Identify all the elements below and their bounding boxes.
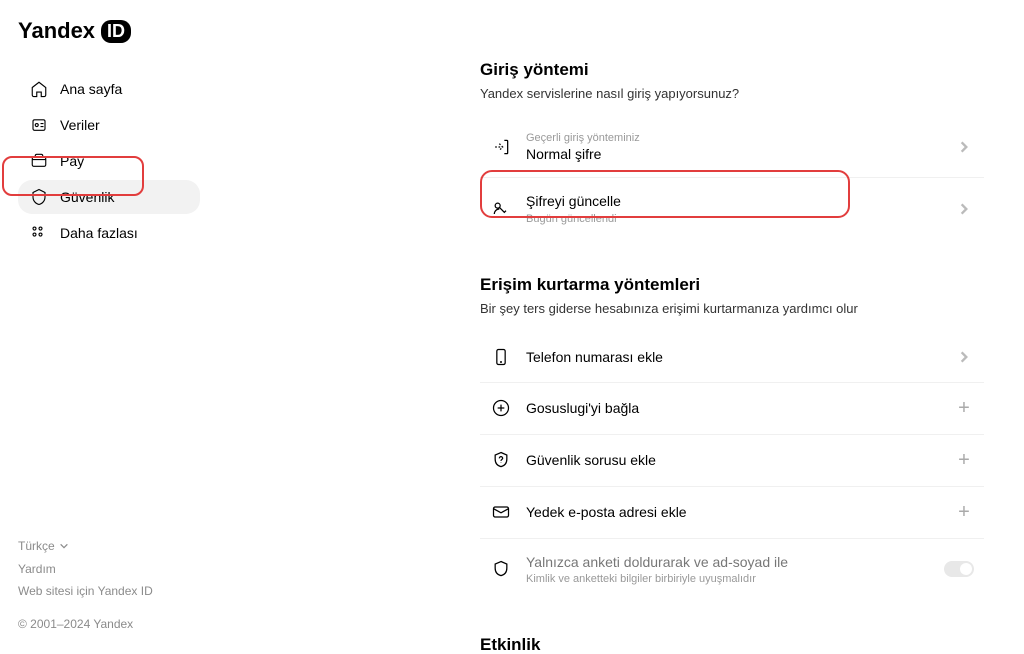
update-password-row[interactable]: Şifreyi güncelle Bugün güncellendi xyxy=(480,178,984,238)
chevron-down-icon xyxy=(59,541,69,551)
row-body: Geçerli giriş yönteminiz Normal şifre xyxy=(526,131,940,163)
footer-website[interactable]: Web sitesi için Yandex ID xyxy=(18,580,200,603)
wallet-icon xyxy=(30,152,48,170)
current-login-method-row[interactable]: Geçerli giriş yönteminiz Normal şifre xyxy=(480,117,984,178)
nav-label: Veriler xyxy=(60,117,100,133)
nav-label: Güvenlik xyxy=(60,189,114,205)
row-body: Şifreyi güncelle Bugün güncellendi xyxy=(526,192,940,224)
main-content: Giriş yöntemi Yandex servislerine nasıl … xyxy=(200,0,1024,654)
mail-icon xyxy=(490,501,512,523)
row-title: Yalnızca anketi doldurarak ve ad-soyad i… xyxy=(526,553,930,571)
row-body: Gosuslugi'yi bağla xyxy=(526,399,940,417)
language-selector[interactable]: Türkçe xyxy=(18,535,200,558)
section-desc: Bir şey ters giderse hesabınıza erişimi … xyxy=(480,301,984,316)
nav: Ana sayfa Veriler Pay Güvenlik Daha fazl… xyxy=(18,72,200,250)
login-method-section: Giriş yöntemi Yandex servislerine nasıl … xyxy=(480,60,984,239)
refresh-key-icon xyxy=(490,198,512,220)
grid-icon xyxy=(30,224,48,242)
add-backup-email-row[interactable]: Yedek e-posta adresi ekle + xyxy=(480,487,984,539)
row-sub: Bugün güncellendi xyxy=(526,213,940,225)
section-title: Erişim kurtarma yöntemleri xyxy=(480,275,984,295)
logo-id-badge: ID xyxy=(101,20,131,43)
section-title: Giriş yöntemi xyxy=(480,60,984,80)
home-icon xyxy=(30,80,48,98)
question-shield-icon xyxy=(490,449,512,471)
row-body: Yedek e-posta adresi ekle xyxy=(526,503,940,521)
survey-toggle[interactable] xyxy=(944,561,974,577)
gosuslugi-icon xyxy=(490,397,512,419)
nav-label: Daha fazlası xyxy=(60,225,138,241)
survey-row[interactable]: Yalnızca anketi doldurarak ve ad-soyad i… xyxy=(480,539,984,599)
section-desc: Yandex servislerine nasıl giriş yapıyors… xyxy=(480,86,984,101)
row-title: Yedek e-posta adresi ekle xyxy=(526,503,940,521)
row-title: Telefon numarası ekle xyxy=(526,348,940,366)
chevron-right-icon xyxy=(954,140,974,154)
nav-security[interactable]: Güvenlik xyxy=(18,180,200,214)
sidebar-footer: Türkçe Yardım Web sitesi için Yandex ID … xyxy=(18,535,200,654)
activity-section: Etkinlik Hesapta 180 gün içinde gerçekle… xyxy=(480,635,984,654)
plus-icon: + xyxy=(954,397,974,420)
plus-icon: + xyxy=(954,501,974,524)
footer-copyright: © 2001–2024 Yandex xyxy=(18,613,200,636)
nav-more[interactable]: Daha fazlası xyxy=(18,216,200,250)
nav-home[interactable]: Ana sayfa xyxy=(18,72,200,106)
phone-icon xyxy=(490,346,512,368)
nav-data[interactable]: Veriler xyxy=(18,108,200,142)
link-gosuslugi-row[interactable]: Gosuslugi'yi bağla + xyxy=(480,383,984,435)
footer-help[interactable]: Yardım xyxy=(18,558,200,581)
chevron-right-icon xyxy=(954,350,974,364)
plus-icon: + xyxy=(954,449,974,472)
shield-icon xyxy=(490,558,512,580)
nav-pay[interactable]: Pay xyxy=(18,144,200,178)
row-body: Telefon numarası ekle xyxy=(526,348,940,366)
add-phone-row[interactable]: Telefon numarası ekle xyxy=(480,332,984,383)
chevron-right-icon xyxy=(954,202,974,216)
row-sub: Kimlik ve anketteki bilgiler birbiriyle … xyxy=(526,573,930,585)
row-title: Normal şifre xyxy=(526,145,940,163)
row-title: Şifreyi güncelle xyxy=(526,192,940,210)
login-arrow-icon xyxy=(490,136,512,158)
logo[interactable]: Yandex ID xyxy=(18,18,200,44)
logo-brand: Yandex xyxy=(18,18,95,44)
recovery-section: Erişim kurtarma yöntemleri Bir şey ters … xyxy=(480,275,984,599)
card-icon xyxy=(30,116,48,134)
add-security-question-row[interactable]: Güvenlik sorusu ekle + xyxy=(480,435,984,487)
section-title: Etkinlik xyxy=(480,635,984,654)
row-sup: Geçerli giriş yönteminiz xyxy=(526,131,940,145)
row-body: Güvenlik sorusu ekle xyxy=(526,451,940,469)
nav-label: Pay xyxy=(60,153,84,169)
row-body: Yalnızca anketi doldurarak ve ad-soyad i… xyxy=(526,553,930,585)
nav-label: Ana sayfa xyxy=(60,81,122,97)
language-label: Türkçe xyxy=(18,535,55,558)
shield-icon xyxy=(30,188,48,206)
row-title: Güvenlik sorusu ekle xyxy=(526,451,940,469)
row-title: Gosuslugi'yi bağla xyxy=(526,399,940,417)
sidebar: Yandex ID Ana sayfa Veriler Pay Güvenlik xyxy=(0,0,200,654)
